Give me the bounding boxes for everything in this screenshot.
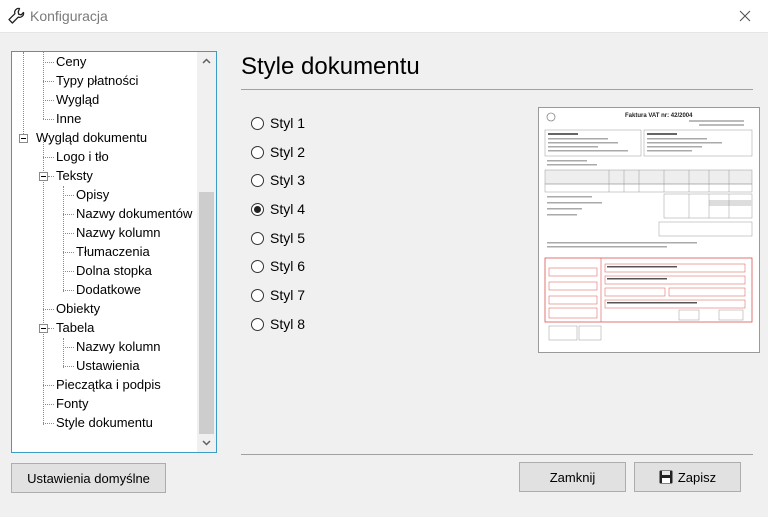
collapse-icon[interactable] xyxy=(39,172,48,181)
radio-label: Styl 3 xyxy=(270,172,306,188)
tree-item-tabela[interactable]: Tabela xyxy=(56,320,94,336)
close-window-button[interactable] xyxy=(722,0,768,32)
tree-item-opisy[interactable]: Opisy xyxy=(76,187,109,203)
page-title: Style dokumentu xyxy=(241,53,420,80)
tree-item-ceny[interactable]: Ceny xyxy=(56,54,86,70)
tree-item-dolna-stopka[interactable]: Dolna stopka xyxy=(76,263,152,279)
style-1-radio[interactable]: Styl 1 xyxy=(251,114,305,132)
tree-item-wyglad[interactable]: Wygląd xyxy=(56,92,99,108)
tree-item-ustawienia[interactable]: Ustawienia xyxy=(76,358,140,374)
chevron-up-icon xyxy=(202,58,211,64)
tree-item-nazwy-kolumn[interactable]: Nazwy kolumn xyxy=(76,225,161,241)
radio-circle[interactable] xyxy=(251,173,264,187)
radio-circle[interactable] xyxy=(251,231,264,245)
tree-item-wyglad-dokumentu[interactable]: Wygląd dokumentu xyxy=(36,130,147,146)
tree-item-logo-i-tlo[interactable]: Logo i tło xyxy=(56,149,109,165)
tree-item-style-dokumentu[interactable]: Style dokumentu xyxy=(56,415,153,431)
tree-item-inne[interactable]: Inne xyxy=(56,111,81,127)
radio-label: Styl 8 xyxy=(270,316,306,332)
defaults-button[interactable]: Ustawienia domyślne xyxy=(11,463,166,493)
radio-label: Styl 2 xyxy=(270,144,306,160)
style-6-radio[interactable]: Styl 6 xyxy=(251,257,305,275)
save-button-label: Zapisz xyxy=(677,469,717,485)
dialog-body: Ceny Typy płatności Wygląd Inne Wygląd d… xyxy=(0,33,768,517)
style-5-radio[interactable]: Styl 5 xyxy=(251,229,305,247)
tree-item-obiekty[interactable]: Obiekty xyxy=(56,301,100,317)
preview-doc-title: Faktura VAT nr: 42/2004 xyxy=(625,113,693,119)
tree-item-fonty[interactable]: Fonty xyxy=(56,396,89,412)
style-preview: Faktura VAT nr: 42/2004 xyxy=(538,107,760,353)
radio-label: Styl 4 xyxy=(270,201,306,217)
close-button-label: Zamknij xyxy=(549,469,596,485)
style-7-radio[interactable]: Styl 7 xyxy=(251,286,305,304)
radio-label: Styl 6 xyxy=(270,258,306,274)
settings-tree[interactable]: Ceny Typy płatności Wygląd Inne Wygląd d… xyxy=(11,51,217,453)
collapse-icon[interactable] xyxy=(19,134,28,143)
tree-scrollbar[interactable] xyxy=(197,52,216,452)
radio-label: Styl 1 xyxy=(270,115,306,131)
invoice-thumbnail: Faktura VAT nr: 42/2004 xyxy=(544,112,753,341)
tree-item-tabela-nazwy-kolumn[interactable]: Nazwy kolumn xyxy=(76,339,161,355)
style-4-radio[interactable]: Styl 4 xyxy=(251,200,305,218)
scroll-up-button[interactable] xyxy=(197,52,216,70)
tree-item-pieczatka-i-podpis[interactable]: Pieczątka i podpis xyxy=(56,377,161,393)
radio-circle[interactable] xyxy=(251,288,264,302)
style-8-radio[interactable]: Styl 8 xyxy=(251,315,305,333)
tree-item-nazwy-dokumentow[interactable]: Nazwy dokumentów xyxy=(76,206,192,222)
close-icon xyxy=(739,10,751,22)
wrench-icon xyxy=(8,7,25,24)
defaults-button-label: Ustawienia domyślne xyxy=(27,470,150,486)
collapse-icon[interactable] xyxy=(39,324,48,333)
tree-item-teksty[interactable]: Teksty xyxy=(56,168,93,184)
divider xyxy=(241,454,753,455)
radio-circle[interactable] xyxy=(251,317,264,331)
radio-label: Styl 7 xyxy=(270,287,306,303)
radio-circle[interactable] xyxy=(251,116,264,130)
style-2-radio[interactable]: Styl 2 xyxy=(251,143,305,161)
scroll-down-button[interactable] xyxy=(197,434,216,452)
tree-item-typy-platnosci[interactable]: Typy płatności xyxy=(56,73,138,89)
tree-item-dodatkowe[interactable]: Dodatkowe xyxy=(76,282,141,298)
style-3-radio[interactable]: Styl 3 xyxy=(251,171,305,189)
title-bar: Konfiguracja xyxy=(0,0,768,33)
radio-circle-checked[interactable] xyxy=(251,202,264,216)
close-button[interactable]: Zamknij xyxy=(519,462,626,492)
tree-item-tlumaczenia[interactable]: Tłumaczenia xyxy=(76,244,150,260)
radio-circle[interactable] xyxy=(251,145,264,159)
chevron-down-icon xyxy=(202,440,211,446)
scroll-thumb[interactable] xyxy=(199,192,214,434)
radio-label: Styl 5 xyxy=(270,230,306,246)
floppy-disk-icon xyxy=(659,470,673,484)
window-title: Konfiguracja xyxy=(30,8,108,24)
radio-circle[interactable] xyxy=(251,259,264,273)
divider xyxy=(241,89,753,90)
save-button[interactable]: Zapisz xyxy=(634,462,741,492)
